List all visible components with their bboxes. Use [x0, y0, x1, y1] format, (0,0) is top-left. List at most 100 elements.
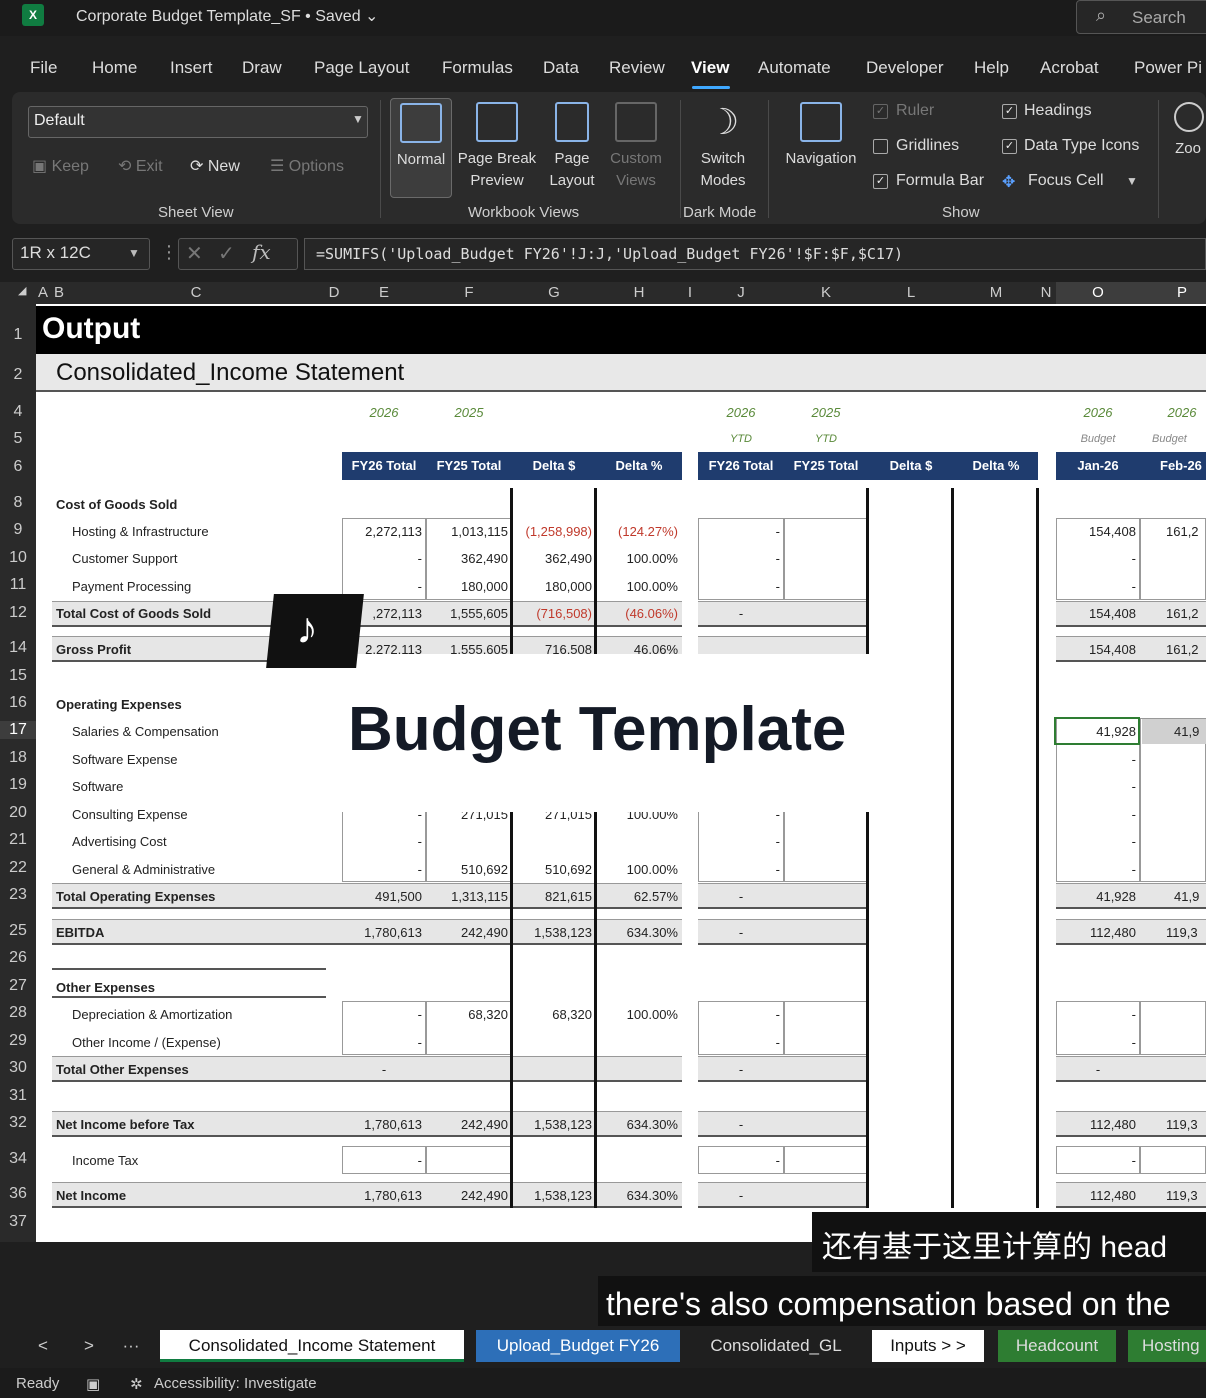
cell-value[interactable]: (1,258,998)	[512, 524, 593, 539]
cell-value[interactable]: -	[698, 1062, 784, 1077]
cell-value[interactable]: -	[1056, 807, 1136, 822]
menu-acrobat[interactable]: Acrobat	[1040, 58, 1099, 78]
row-header[interactable]: 19	[0, 776, 36, 794]
input-cells[interactable]	[1140, 1001, 1206, 1055]
cell-value[interactable]: 362,490	[426, 551, 508, 566]
cell-value[interactable]: 491,500	[342, 889, 422, 904]
row-header[interactable]: 2	[0, 366, 36, 384]
cell-value[interactable]: 510,692	[512, 862, 592, 877]
cell-value[interactable]: 161,2	[1140, 606, 1206, 621]
keep-button[interactable]: ▣ Keep	[32, 156, 89, 176]
cell-value[interactable]: 634.30%	[596, 1117, 678, 1132]
cell-value[interactable]: 41,9	[1140, 724, 1206, 739]
tab-hosting[interactable]: Hosting	[1128, 1330, 1206, 1362]
cell-value[interactable]: -	[342, 862, 422, 877]
cell-value[interactable]: 634.30%	[596, 1188, 678, 1203]
more-options-icon[interactable]: ⋮	[160, 242, 178, 263]
focus-cell-chevron-icon[interactable]: ▼	[1126, 174, 1138, 188]
cell-value[interactable]: -	[698, 1035, 780, 1050]
cell-value[interactable]: -	[698, 889, 784, 904]
input-cells[interactable]	[1140, 1146, 1206, 1174]
formula-bar-checkbox[interactable]: ✓	[873, 174, 888, 189]
menu-help[interactable]: Help	[974, 58, 1009, 78]
header-fy26-total[interactable]: FY26 Total	[342, 452, 426, 480]
options-button[interactable]: ☰ Options	[270, 156, 344, 176]
header-feb-26[interactable]: Feb-26	[1140, 452, 1206, 480]
accessibility-status[interactable]: Accessibility: Investigate	[154, 1375, 317, 1392]
data-type-icons-checkbox[interactable]: ✓	[1002, 139, 1017, 154]
cell-value[interactable]: 180,000	[512, 579, 592, 594]
menu-formulas[interactable]: Formulas	[442, 58, 513, 78]
cell-value[interactable]: -	[1056, 752, 1136, 767]
select-all-icon[interactable]: ◢	[18, 284, 26, 297]
column-header-h[interactable]: H	[596, 284, 682, 301]
cell-value[interactable]: -	[698, 1188, 784, 1203]
menu-power-pivot[interactable]: Power Pi	[1134, 58, 1202, 78]
cell-value[interactable]: 100.00%	[596, 579, 678, 594]
column-header-i[interactable]: I	[682, 284, 698, 301]
cell-value[interactable]: -	[1056, 1153, 1136, 1168]
column-header-m[interactable]: M	[954, 284, 1038, 301]
row-header[interactable]: 20	[0, 804, 36, 822]
cell-value[interactable]: (124.27%)	[596, 524, 678, 539]
cell-value[interactable]: 68,320	[426, 1007, 508, 1022]
cell-value[interactable]: 821,615	[512, 889, 592, 904]
row-header[interactable]: 28	[0, 1004, 36, 1022]
row-header[interactable]: 30	[0, 1059, 36, 1077]
column-header-c[interactable]: C	[66, 284, 326, 301]
new-button[interactable]: ⟳ New	[190, 156, 240, 176]
tab-next-button[interactable]: >	[76, 1330, 102, 1362]
row-header[interactable]: 12	[0, 604, 36, 622]
page-layout-button[interactable]: Page Layout	[542, 98, 602, 198]
column-header-d[interactable]: D	[326, 284, 342, 301]
row-header[interactable]: 37	[0, 1213, 36, 1231]
cell-value[interactable]: 100.00%	[596, 1007, 678, 1022]
column-header-n[interactable]: N	[1038, 284, 1054, 301]
row-header[interactable]: 21	[0, 831, 36, 849]
row-header[interactable]: 11	[0, 576, 36, 594]
cell-value[interactable]: 100.00%	[596, 551, 678, 566]
cell-value[interactable]: 242,490	[426, 1188, 508, 1203]
cell-value[interactable]: 1,538,123	[512, 1117, 592, 1132]
cell-value[interactable]: 180,000	[426, 579, 508, 594]
macro-record-icon[interactable]: ▣	[86, 1375, 100, 1393]
header-ytd-fy25-total[interactable]: FY25 Total	[784, 452, 868, 480]
row-header[interactable]: 6	[0, 458, 36, 476]
cell-value[interactable]: 119,3	[1140, 1117, 1206, 1132]
cell-value[interactable]: 1,555,605	[426, 606, 508, 621]
cell-value[interactable]: -	[342, 834, 422, 849]
cancel-icon[interactable]: ✕	[186, 241, 203, 266]
menu-page-layout[interactable]: Page Layout	[314, 58, 409, 78]
cell-value[interactable]: 2,272,113	[342, 524, 422, 539]
cell-value[interactable]: 510,692	[426, 862, 508, 877]
exit-button[interactable]: ⟲ Exit	[118, 156, 163, 176]
zoom-button[interactable]: Zoo	[1170, 98, 1206, 198]
chevron-down-icon[interactable]: ▼	[128, 246, 140, 260]
header-ytd-delta-dollar[interactable]: Delta $	[868, 452, 954, 480]
cell-value[interactable]: -	[1056, 579, 1136, 594]
menu-home[interactable]: Home	[92, 58, 137, 78]
cell-value[interactable]: 41,928	[1056, 724, 1136, 739]
cell-value[interactable]: -	[342, 551, 422, 566]
cell-value[interactable]: 100.00%	[596, 862, 678, 877]
row-header-selected[interactable]: 17	[0, 721, 36, 739]
header-fy25-total[interactable]: FY25 Total	[426, 452, 512, 480]
row-header[interactable]: 4	[0, 403, 36, 421]
cell-value[interactable]: 119,3	[1140, 1188, 1206, 1203]
cell-value[interactable]: -	[342, 1153, 422, 1168]
navigation-button[interactable]: Navigation	[778, 98, 864, 198]
cell-value[interactable]: -	[1056, 862, 1136, 877]
enter-icon[interactable]: ✓	[218, 241, 235, 266]
cell-value[interactable]: 112,480	[1056, 925, 1136, 940]
cell-value[interactable]: -	[1056, 1007, 1136, 1022]
cell-value[interactable]: 1,013,115	[426, 524, 508, 539]
cell-value[interactable]: -	[342, 579, 422, 594]
menu-review[interactable]: Review	[609, 58, 665, 78]
menu-view[interactable]: View	[691, 58, 729, 78]
row-header[interactable]: 29	[0, 1032, 36, 1050]
accessibility-icon[interactable]: ✲	[130, 1375, 143, 1393]
column-header-p[interactable]: P	[1140, 284, 1206, 301]
cell-value[interactable]: 68,320	[512, 1007, 592, 1022]
row-header[interactable]: 34	[0, 1150, 36, 1168]
row-header[interactable]: 10	[0, 549, 36, 567]
